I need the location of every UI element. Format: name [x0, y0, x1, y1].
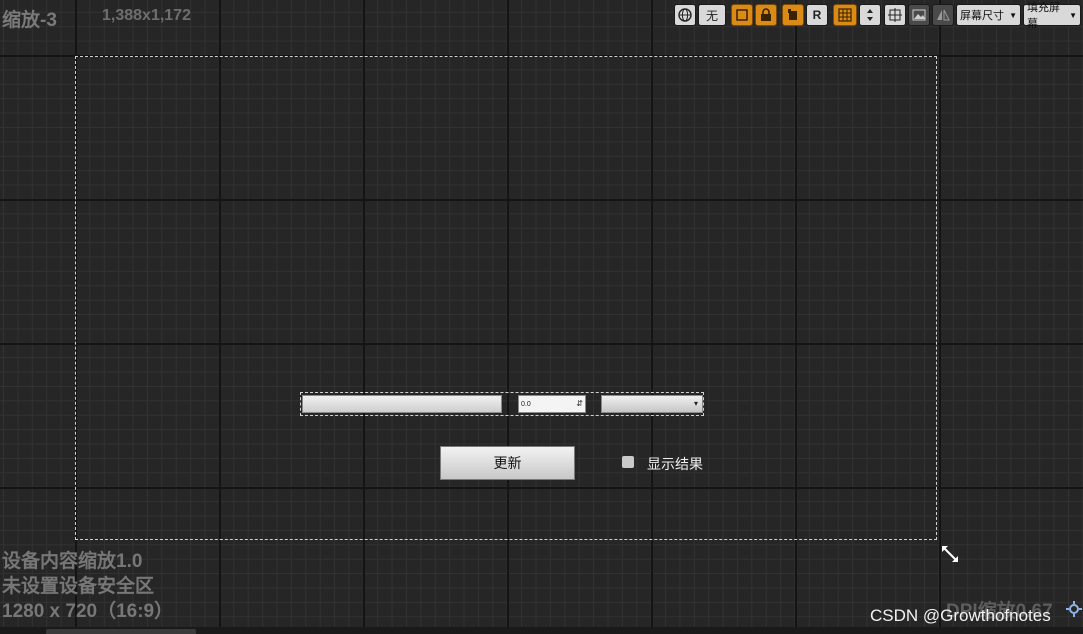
- show-result-checkbox[interactable]: [622, 456, 634, 468]
- text-input-field[interactable]: [302, 395, 502, 413]
- bottom-tab[interactable]: [46, 629, 196, 634]
- spin-box[interactable]: 0.0 ⇵: [518, 395, 586, 413]
- safe-zone-label: 未设置设备安全区: [2, 576, 155, 597]
- lock-toggle-button[interactable]: [755, 4, 777, 26]
- localization-preview-button[interactable]: [674, 4, 696, 26]
- update-button-label: 更新: [493, 455, 522, 471]
- screen-size-dropdown[interactable]: 屏幕尺寸 ▼: [956, 4, 1021, 26]
- content-scale-label: 设备内容缩放1.0: [2, 551, 143, 572]
- resize-handle-icon[interactable]: [940, 544, 960, 564]
- spinner-arrows-icon: [867, 9, 873, 21]
- r-label: R: [812, 8, 822, 22]
- flip-button[interactable]: [932, 4, 954, 26]
- gear-icon[interactable]: [1065, 600, 1083, 618]
- rotate-snap-button[interactable]: R: [806, 4, 828, 26]
- language-dropdown[interactable]: 无: [698, 4, 726, 26]
- move-icon: [888, 8, 902, 22]
- watermark-text: CSDN @Growthofnotes: [870, 606, 1051, 625]
- spin-arrows-icon: ⇵: [576, 399, 583, 408]
- screen-size-label: 屏幕尺寸: [960, 10, 1004, 22]
- update-button[interactable]: 更新: [440, 446, 575, 480]
- frame-icon: [736, 9, 748, 21]
- chevron-down-icon: ▼: [1009, 10, 1017, 20]
- respect-locks-button[interactable]: [782, 4, 804, 26]
- background-image-button[interactable]: [908, 4, 930, 26]
- image-icon: [912, 9, 926, 21]
- pin-icon: [788, 9, 797, 20]
- mirror-icon: [937, 9, 950, 21]
- chevron-down-icon: ▾: [693, 399, 698, 408]
- globe-icon: [678, 8, 692, 22]
- grid-icon: [838, 8, 852, 22]
- grid-snap-button[interactable]: [833, 4, 857, 26]
- transform-mode-button[interactable]: [884, 4, 906, 26]
- spin-box-value: 0.0: [521, 400, 531, 408]
- lock-icon: [761, 8, 771, 21]
- designer-toolbar: 无 R 屏幕尺寸 ▼ 填充屏幕 ▼: [0, 2, 1083, 30]
- show-result-label: 显示结果: [647, 456, 703, 472]
- language-label: 无: [705, 8, 718, 23]
- outline-toggle-button[interactable]: [731, 4, 753, 26]
- fill-screen-dropdown[interactable]: 填充屏幕 ▼: [1023, 2, 1081, 30]
- combo-box[interactable]: ▾: [601, 395, 703, 413]
- fill-screen-label: 填充屏幕: [1027, 2, 1060, 30]
- grid-size-spinner[interactable]: [859, 4, 881, 26]
- chevron-down-icon: ▼: [1069, 10, 1077, 20]
- resolution-ratio-label: 1280 x 720（16:9）: [2, 601, 174, 622]
